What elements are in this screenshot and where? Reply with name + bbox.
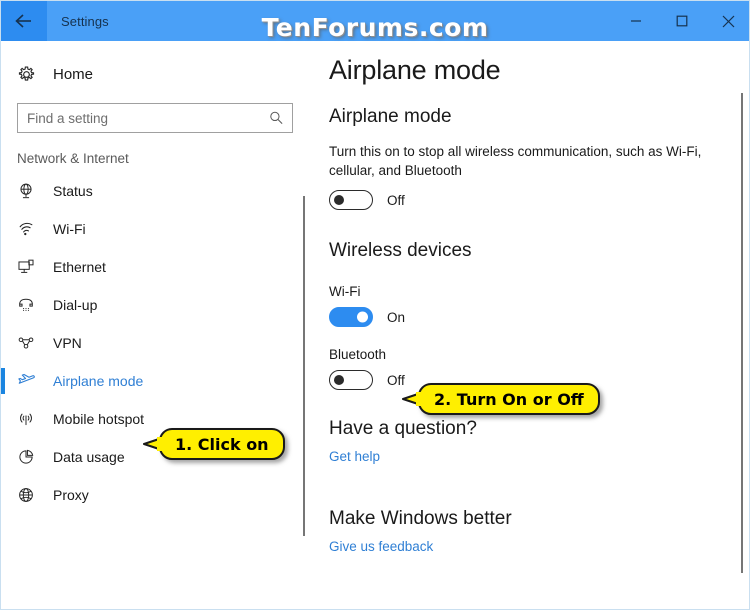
sidebar-nav: Status Wi-Fi Ethernet Dial-up VPN Airpla…	[1, 172, 311, 514]
sidebar-item-label: Proxy	[53, 487, 89, 503]
callout-step-1: 1. Click on	[143, 428, 285, 460]
sidebar-home-label: Home	[53, 65, 94, 83]
page-title: Airplane mode	[329, 55, 501, 85]
sidebar-item-label: Dial-up	[53, 297, 98, 313]
sidebar-item-vpn[interactable]: VPN	[1, 324, 311, 362]
search-box[interactable]	[17, 103, 293, 133]
get-help-link[interactable]: Get help	[329, 449, 380, 464]
main-scrollbar[interactable]	[741, 93, 743, 573]
sidebar-item-label: Airplane mode	[53, 373, 144, 389]
sidebar-item-proxy[interactable]: Proxy	[1, 476, 311, 514]
title-bar: Settings	[1, 1, 749, 41]
sidebar-item-home[interactable]: Home	[17, 57, 311, 91]
search-icon	[269, 111, 284, 126]
close-icon	[722, 15, 735, 28]
globe-icon	[17, 486, 45, 504]
back-button[interactable]	[1, 1, 47, 41]
bluetooth-toggle[interactable]	[329, 370, 373, 390]
sidebar-item-airplane-mode[interactable]: Airplane mode	[1, 362, 311, 400]
callout-step-2-text: 2. Turn On or Off	[434, 389, 584, 409]
sidebar-item-ethernet[interactable]: Ethernet	[1, 248, 311, 286]
sidebar-item-label: Data usage	[53, 449, 125, 465]
vpn-icon	[17, 334, 45, 352]
main-content: Airplane mode Airplane mode Turn this on…	[311, 41, 749, 609]
wifi-toggle[interactable]	[329, 307, 373, 327]
callout-step-1-text: 1. Click on	[175, 434, 269, 454]
data-usage-pie-icon	[17, 448, 45, 466]
airplane-section-description: Turn this on to stop all wireless commun…	[329, 144, 702, 178]
callout-tail-icon	[143, 435, 163, 453]
bluetooth-toggle-state: Off	[387, 372, 405, 388]
minimize-button[interactable]	[613, 1, 659, 41]
wireless-section-heading: Wireless devices	[329, 240, 472, 261]
sidebar-item-wi-fi[interactable]: Wi-Fi	[1, 210, 311, 248]
wifi-toggle-row: On	[329, 307, 749, 327]
sidebar-item-label: Mobile hotspot	[53, 411, 145, 427]
airplane-toggle-row: Off	[329, 190, 749, 210]
sidebar: Home Network & Internet	[1, 41, 311, 609]
gear-icon	[17, 65, 43, 84]
airplane-mode-toggle-state: Off	[387, 192, 405, 208]
sidebar-item-label: Ethernet	[53, 259, 106, 275]
airplane-section-heading: Airplane mode	[329, 106, 452, 127]
ethernet-icon	[17, 258, 45, 276]
give-feedback-link[interactable]: Give us feedback	[329, 539, 433, 554]
maximize-button[interactable]	[659, 1, 705, 41]
network-status-icon	[17, 182, 45, 200]
search-input[interactable]	[18, 104, 292, 132]
close-button[interactable]	[705, 1, 749, 41]
sidebar-item-label: Status	[53, 183, 93, 199]
airplane-icon	[17, 372, 45, 391]
sidebar-item-label: Wi-Fi	[53, 221, 86, 237]
window-title: Settings	[61, 13, 109, 29]
window-controls	[613, 1, 749, 41]
maximize-icon	[676, 15, 688, 27]
back-arrow-icon	[14, 13, 34, 29]
bluetooth-device-label: Bluetooth	[329, 347, 387, 362]
feedback-section-heading: Make Windows better	[329, 508, 512, 529]
callout-step-2: 2. Turn On or Off	[402, 383, 600, 415]
sidebar-item-status[interactable]: Status	[1, 172, 311, 210]
wifi-icon	[17, 220, 45, 238]
help-section-heading: Have a question?	[329, 418, 477, 439]
sidebar-item-dial-up[interactable]: Dial-up	[1, 286, 311, 324]
sidebar-group-header: Network & Internet	[17, 151, 129, 166]
sidebar-scrollbar[interactable]	[303, 196, 305, 536]
wifi-toggle-state: On	[387, 309, 406, 325]
sidebar-item-label: VPN	[53, 335, 82, 351]
wifi-device-label: Wi-Fi	[329, 284, 361, 299]
settings-window: Settings TenForums.com Home Find a setti…	[0, 0, 750, 610]
airplane-mode-toggle[interactable]	[329, 190, 373, 210]
callout-tail-icon	[402, 390, 422, 408]
mobile-hotspot-icon	[17, 410, 45, 428]
minimize-icon	[630, 15, 642, 27]
dialup-phone-icon	[17, 296, 45, 314]
